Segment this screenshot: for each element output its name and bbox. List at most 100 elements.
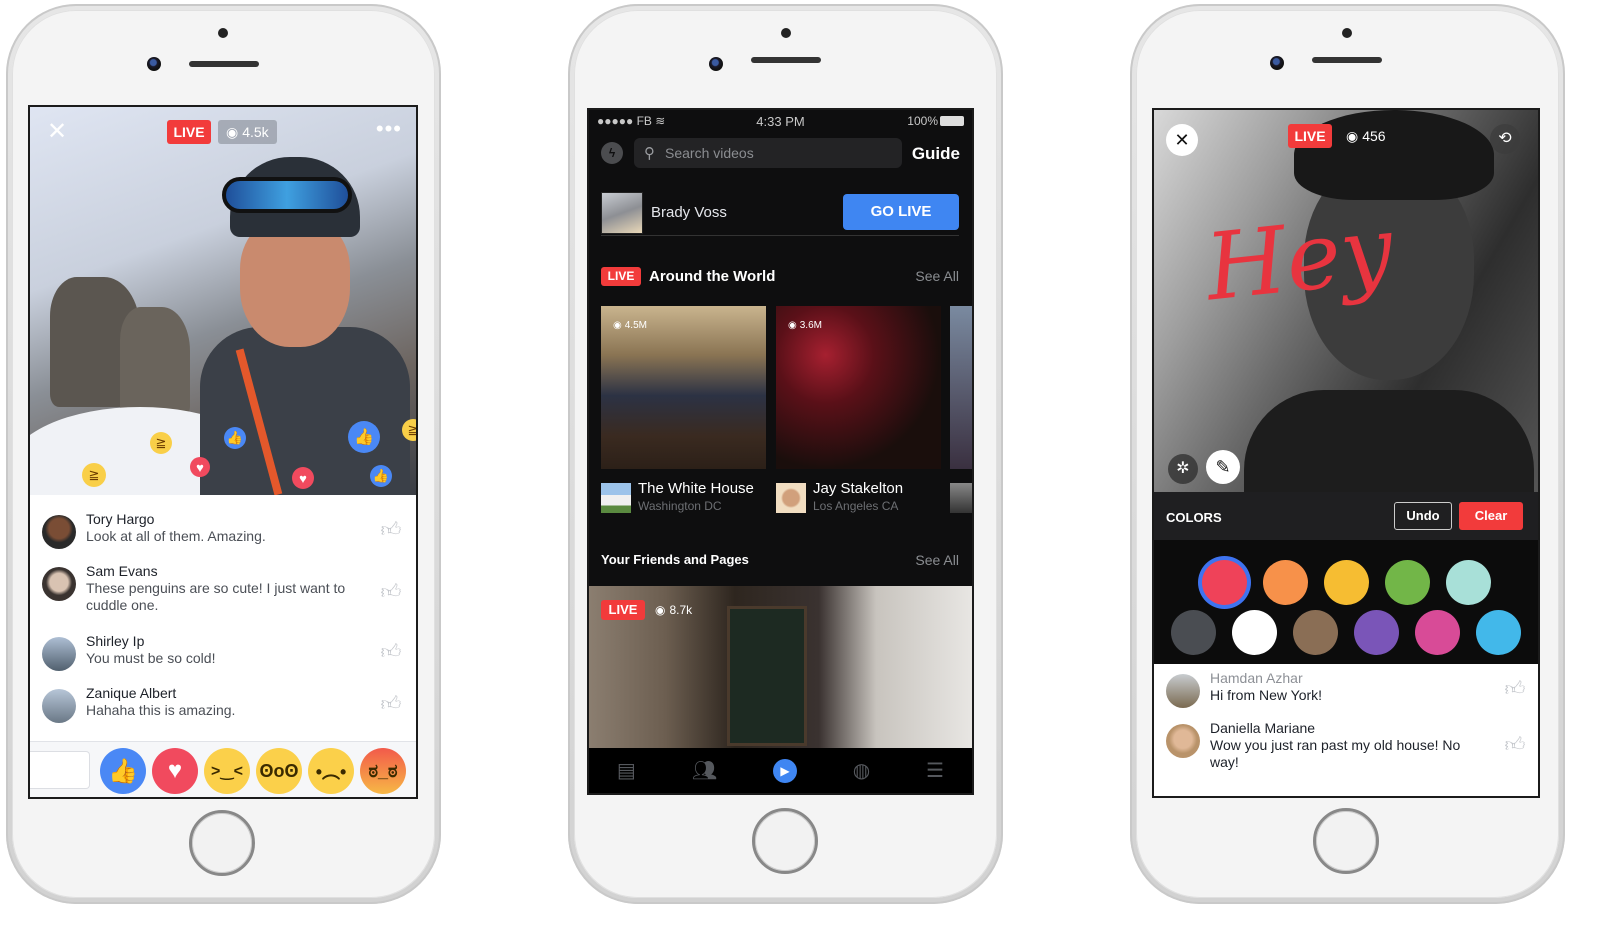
color-swatch[interactable] <box>1263 560 1308 605</box>
home-button[interactable] <box>1313 808 1379 874</box>
tab-video-icon[interactable]: ▶ <box>772 758 797 783</box>
like-comment-icon[interactable]: 👍︎ <box>1504 734 1526 756</box>
front-camera <box>709 57 723 71</box>
tab-menu-icon[interactable]: ☰ <box>926 758 944 783</box>
featured-live-video[interactable]: LIVE ◉ 8.7k <box>589 586 972 748</box>
front-camera <box>1270 56 1284 70</box>
view-count: ◉ 3.6M <box>788 320 822 331</box>
video-meta: The White House Washington DC <box>601 480 771 516</box>
comment-text: Wow you just ran past my old house! No w… <box>1210 737 1461 770</box>
comment-author: Sam Evans <box>86 563 158 579</box>
switch-camera-icon[interactable]: ⟲ <box>1490 124 1520 154</box>
go-live-button[interactable]: GO LIVE <box>843 194 959 230</box>
reaction-love-icon[interactable]: ♥ <box>152 748 198 794</box>
guide-button[interactable]: Guide <box>912 144 960 164</box>
live-drawing-screen: Hey ✕ LIVE ◉ 456 ⟲ ✲ ✎ COLORS Undo Clear … <box>1152 108 1540 798</box>
front-sensor <box>1342 28 1352 38</box>
search-input[interactable]: ⚲ Search videos <box>634 138 902 168</box>
video-meta: Jay Stakelton Los Angeles CA <box>776 480 946 516</box>
tab-friends-icon[interactable]: 👥︎ <box>692 758 717 783</box>
reaction-haha-icon[interactable]: >‿< <box>204 748 250 794</box>
tab-globe-icon[interactable]: ◍ <box>853 758 870 783</box>
color-swatch[interactable] <box>1415 610 1460 655</box>
section-title: Your Friends and Pages <box>601 552 749 567</box>
avatar <box>42 689 76 723</box>
earpiece-speaker <box>1312 57 1382 63</box>
live-video[interactable]: ≧ 👍 👍 ♥ ♥ ≧ 👍 ≧ <box>30 107 416 527</box>
comment-item: Zanique Albert Hahaha this is amazing. 👍… <box>42 685 412 723</box>
comment-text: Hi from New York! <box>1210 687 1323 703</box>
color-swatch[interactable] <box>1232 610 1277 655</box>
like-comment-icon[interactable]: 👍︎ <box>380 693 402 715</box>
video-overlay-top: ✕ LIVE ◉ 4.5k ••• <box>30 118 416 145</box>
tab-news-feed-icon[interactable]: ▤ <box>617 758 636 783</box>
tab-bar: ▤ 👥︎ ▶ ◍ ☰ <box>589 748 972 793</box>
undo-button[interactable]: Undo <box>1394 502 1452 530</box>
comment-item: Tory Hargo Look at all of them. Amazing.… <box>42 511 412 549</box>
pencil-icon[interactable]: ✎ <box>1206 450 1240 484</box>
messenger-icon[interactable]: ϟ <box>601 142 623 164</box>
color-swatch[interactable] <box>1446 560 1491 605</box>
video-title[interactable]: Jay Stakelton <box>813 480 903 497</box>
see-all-link[interactable]: See All <box>915 552 959 568</box>
color-swatch[interactable] <box>1385 560 1430 605</box>
comments-list: Tory Hargo Look at all of them. Amazing.… <box>30 495 416 741</box>
video-location: Washington DC <box>638 499 722 513</box>
like-comment-icon[interactable]: 👍︎ <box>380 641 402 663</box>
floating-like-icon: 👍 <box>224 427 246 449</box>
like-comment-icon[interactable]: 👍︎ <box>1504 678 1526 700</box>
reaction-like-icon[interactable]: 👍 <box>100 748 146 794</box>
avatar <box>42 515 76 549</box>
live-broadcast-screen: ≧ 👍 👍 ♥ ♥ ≧ 👍 ≧ ✕ LIVE ◉ 4.5k ••• Tory H… <box>28 105 418 799</box>
color-swatch[interactable] <box>1202 560 1247 605</box>
search-placeholder: Search videos <box>665 145 754 161</box>
video-tile[interactable]: ◉ 3.6M <box>776 306 941 469</box>
viewer-count: ◉ 8.7k <box>655 603 693 617</box>
home-button[interactable] <box>752 808 818 874</box>
reaction-sad-icon[interactable]: •︵• <box>308 748 354 794</box>
reaction-wow-icon[interactable]: ʘoʘ <box>256 748 302 794</box>
home-button[interactable] <box>189 810 255 876</box>
like-comment-icon[interactable]: 👍︎ <box>380 581 402 603</box>
comment-item: Shirley Ip You must be so cold! 👍︎ <box>42 633 412 671</box>
floating-haha-icon: ≧ <box>402 419 416 441</box>
color-swatch[interactable] <box>1354 610 1399 655</box>
video-tile-partial[interactable] <box>950 306 972 469</box>
search-icon: ⚲ <box>644 145 655 162</box>
viewer-count: ◉ 4.5k <box>218 120 277 144</box>
color-swatch[interactable] <box>1476 610 1521 655</box>
comment-item: Hamdan Azhar Hi from New York! 👍︎ <box>1166 670 1536 708</box>
channel-thumbnail <box>601 483 631 513</box>
live-badge: LIVE <box>1288 124 1332 148</box>
live-video[interactable]: Hey <box>1154 110 1538 492</box>
comment-author: Hamdan Azhar <box>1210 670 1303 686</box>
floating-heart-icon: ♥ <box>190 457 210 477</box>
user-avatar <box>601 192 643 234</box>
avatar <box>1166 674 1200 708</box>
eye-icon: ◉ <box>788 320 797 331</box>
close-icon[interactable]: ✕ <box>44 119 70 145</box>
video-title[interactable]: The White House <box>638 480 754 497</box>
video-tile[interactable]: ◉ 4.5M <box>601 306 766 469</box>
color-swatch[interactable] <box>1324 560 1369 605</box>
comment-input[interactable] <box>30 751 90 789</box>
clear-button[interactable]: Clear <box>1459 502 1523 530</box>
reaction-angry-icon[interactable]: ಠ_ಠ <box>360 748 406 794</box>
more-options-icon[interactable]: ••• <box>376 118 402 140</box>
chalkboard <box>727 606 807 746</box>
battery-status: 100% <box>907 114 964 128</box>
phone-middle: ●●●●● FB ≋ 4:33 PM 100% ϟ ⚲ Search video… <box>568 4 1003 904</box>
around-the-world-header: LIVE Around the World See All <box>601 267 959 287</box>
comment-text: Hahaha this is amazing. <box>86 702 236 718</box>
see-all-link[interactable]: See All <box>915 268 959 284</box>
close-icon[interactable]: ✕ <box>1166 124 1198 156</box>
camera-effects-icon[interactable]: ✲ <box>1168 454 1198 484</box>
earpiece-speaker <box>189 61 259 67</box>
like-comment-icon[interactable]: 👍︎ <box>380 519 402 541</box>
reaction-bar: 👍 ♥ >‿< ʘoʘ •︵• ಠ_ಠ <box>30 741 416 797</box>
front-sensor <box>781 28 791 38</box>
top-nav: ϟ ⚲ Search videos Guide <box>589 136 972 170</box>
color-swatch[interactable] <box>1171 610 1216 655</box>
color-swatch[interactable] <box>1293 610 1338 655</box>
eye-icon: ◉ <box>226 123 239 140</box>
